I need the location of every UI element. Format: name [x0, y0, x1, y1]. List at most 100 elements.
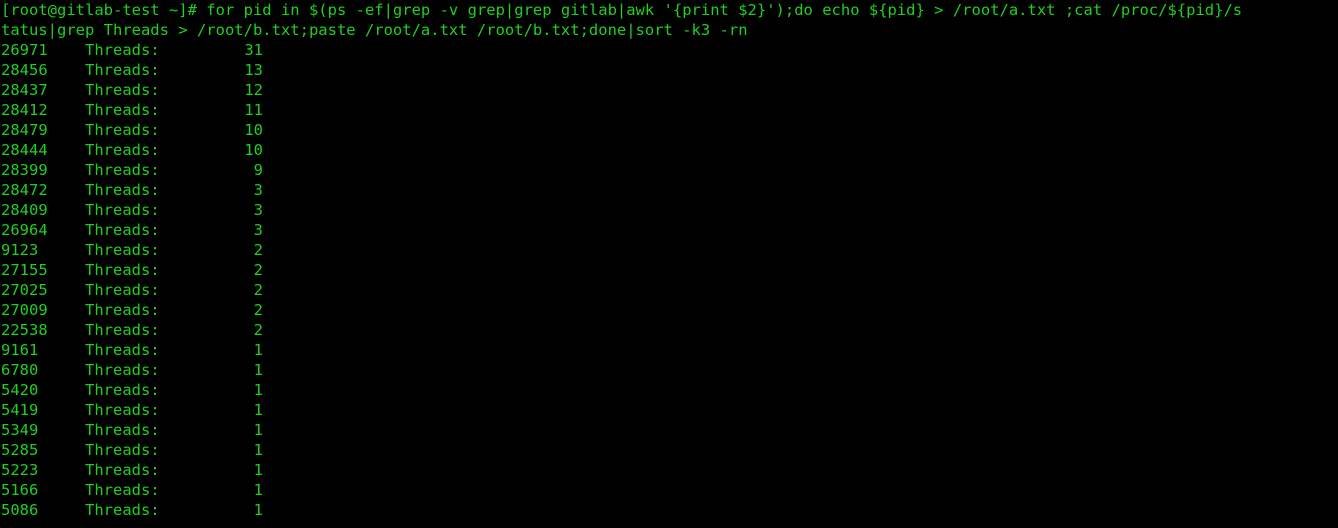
thread-count: 2 [253, 301, 263, 319]
process-id: 9123 [1, 241, 39, 259]
thread-count: 1 [253, 401, 263, 419]
process-thread-row: 28456 Threads: 13 [1, 60, 1338, 80]
process-thread-row: 5166 Threads: 1 [1, 480, 1338, 500]
process-thread-row: 27155 Threads: 2 [1, 260, 1338, 280]
threads-label: Threads: [85, 481, 160, 499]
threads-label: Threads: [85, 221, 160, 239]
process-id: 27025 [1, 281, 48, 299]
process-thread-row: 22538 Threads: 2 [1, 320, 1338, 340]
thread-count: 2 [253, 281, 263, 299]
process-thread-row: 5086 Threads: 1 [1, 500, 1338, 520]
process-id: 6780 [1, 361, 39, 379]
terminal-window[interactable]: [root@gitlab-test ~]# for pid in $(ps -e… [0, 0, 1338, 528]
thread-count: 3 [253, 221, 263, 239]
threads-label: Threads: [85, 441, 160, 459]
process-thread-row: 28437 Threads: 12 [1, 80, 1338, 100]
process-thread-row: 28444 Threads: 10 [1, 140, 1338, 160]
process-thread-row: 27009 Threads: 2 [1, 300, 1338, 320]
process-id: 5349 [1, 421, 39, 439]
thread-count: 10 [244, 141, 263, 159]
process-id: 26971 [1, 41, 48, 59]
process-id: 27009 [1, 301, 48, 319]
process-id: 28444 [1, 141, 48, 159]
threads-label: Threads: [85, 81, 160, 99]
process-thread-row: 28409 Threads: 3 [1, 200, 1338, 220]
process-id: 28412 [1, 101, 48, 119]
threads-label: Threads: [85, 401, 160, 419]
thread-count: 1 [253, 461, 263, 479]
thread-count: 3 [253, 201, 263, 219]
threads-label: Threads: [85, 341, 160, 359]
process-id: 28409 [1, 201, 48, 219]
process-id: 22538 [1, 321, 48, 339]
process-id: 5419 [1, 401, 39, 419]
process-id: 28456 [1, 61, 48, 79]
process-thread-row: 5420 Threads: 1 [1, 380, 1338, 400]
process-thread-row: 28472 Threads: 3 [1, 180, 1338, 200]
thread-count: 1 [253, 381, 263, 399]
process-thread-row: 27025 Threads: 2 [1, 280, 1338, 300]
process-id: 5086 [1, 501, 39, 519]
threads-label: Threads: [85, 241, 160, 259]
process-id: 28472 [1, 181, 48, 199]
process-thread-row: 26971 Threads: 31 [1, 40, 1338, 60]
thread-count: 31 [244, 41, 263, 59]
process-thread-row: 26964 Threads: 3 [1, 220, 1338, 240]
threads-label: Threads: [85, 321, 160, 339]
process-thread-row: 5349 Threads: 1 [1, 420, 1338, 440]
command-line-1: [root@gitlab-test ~]# for pid in $(ps -e… [1, 1, 1243, 19]
thread-count: 1 [253, 481, 263, 499]
process-thread-row: 9123 Threads: 2 [1, 240, 1338, 260]
thread-count: 1 [253, 441, 263, 459]
thread-count: 2 [253, 261, 263, 279]
threads-label: Threads: [85, 101, 160, 119]
process-id: 26964 [1, 221, 48, 239]
process-thread-row: 5223 Threads: 1 [1, 460, 1338, 480]
process-thread-row: 9161 Threads: 1 [1, 340, 1338, 360]
thread-count: 9 [253, 161, 263, 179]
thread-count: 3 [253, 181, 263, 199]
thread-count: 12 [244, 81, 263, 99]
process-id: 28479 [1, 121, 48, 139]
process-thread-row: 28412 Threads: 11 [1, 100, 1338, 120]
process-id: 9161 [1, 341, 39, 359]
threads-label: Threads: [85, 181, 160, 199]
threads-label: Threads: [85, 301, 160, 319]
process-id: 28399 [1, 161, 48, 179]
process-id: 5285 [1, 441, 39, 459]
threads-label: Threads: [85, 161, 160, 179]
threads-label: Threads: [85, 461, 160, 479]
threads-label: Threads: [85, 41, 160, 59]
threads-label: Threads: [85, 381, 160, 399]
process-id: 5166 [1, 481, 39, 499]
threads-label: Threads: [85, 281, 160, 299]
thread-count: 1 [253, 361, 263, 379]
command-output: 26971 Threads: 31 28456 Threads: 13 28437 Threa… [1, 40, 1338, 520]
threads-label: Threads: [85, 141, 160, 159]
process-id: 5420 [1, 381, 39, 399]
command-line-2: tatus|grep Threads > /root/b.txt;paste /… [1, 21, 748, 39]
thread-count: 2 [253, 241, 263, 259]
process-id: 5223 [1, 461, 39, 479]
process-id: 27155 [1, 261, 48, 279]
process-thread-row: 6780 Threads: 1 [1, 360, 1338, 380]
thread-count: 10 [244, 121, 263, 139]
thread-count: 13 [244, 61, 263, 79]
process-thread-row: 5419 Threads: 1 [1, 400, 1338, 420]
thread-count: 1 [253, 421, 263, 439]
process-id: 28437 [1, 81, 48, 99]
thread-count: 1 [253, 341, 263, 359]
threads-label: Threads: [85, 201, 160, 219]
threads-label: Threads: [85, 121, 160, 139]
process-thread-row: 28479 Threads: 10 [1, 120, 1338, 140]
process-thread-row: 28399 Threads: 9 [1, 160, 1338, 180]
threads-label: Threads: [85, 501, 160, 519]
threads-label: Threads: [85, 61, 160, 79]
process-thread-row: 5285 Threads: 1 [1, 440, 1338, 460]
threads-label: Threads: [85, 361, 160, 379]
threads-label: Threads: [85, 421, 160, 439]
thread-count: 11 [244, 101, 263, 119]
thread-count: 1 [253, 501, 263, 519]
thread-count: 2 [253, 321, 263, 339]
terminal-screen: [root@gitlab-test ~]# for pid in $(ps -e… [1, 0, 1338, 520]
